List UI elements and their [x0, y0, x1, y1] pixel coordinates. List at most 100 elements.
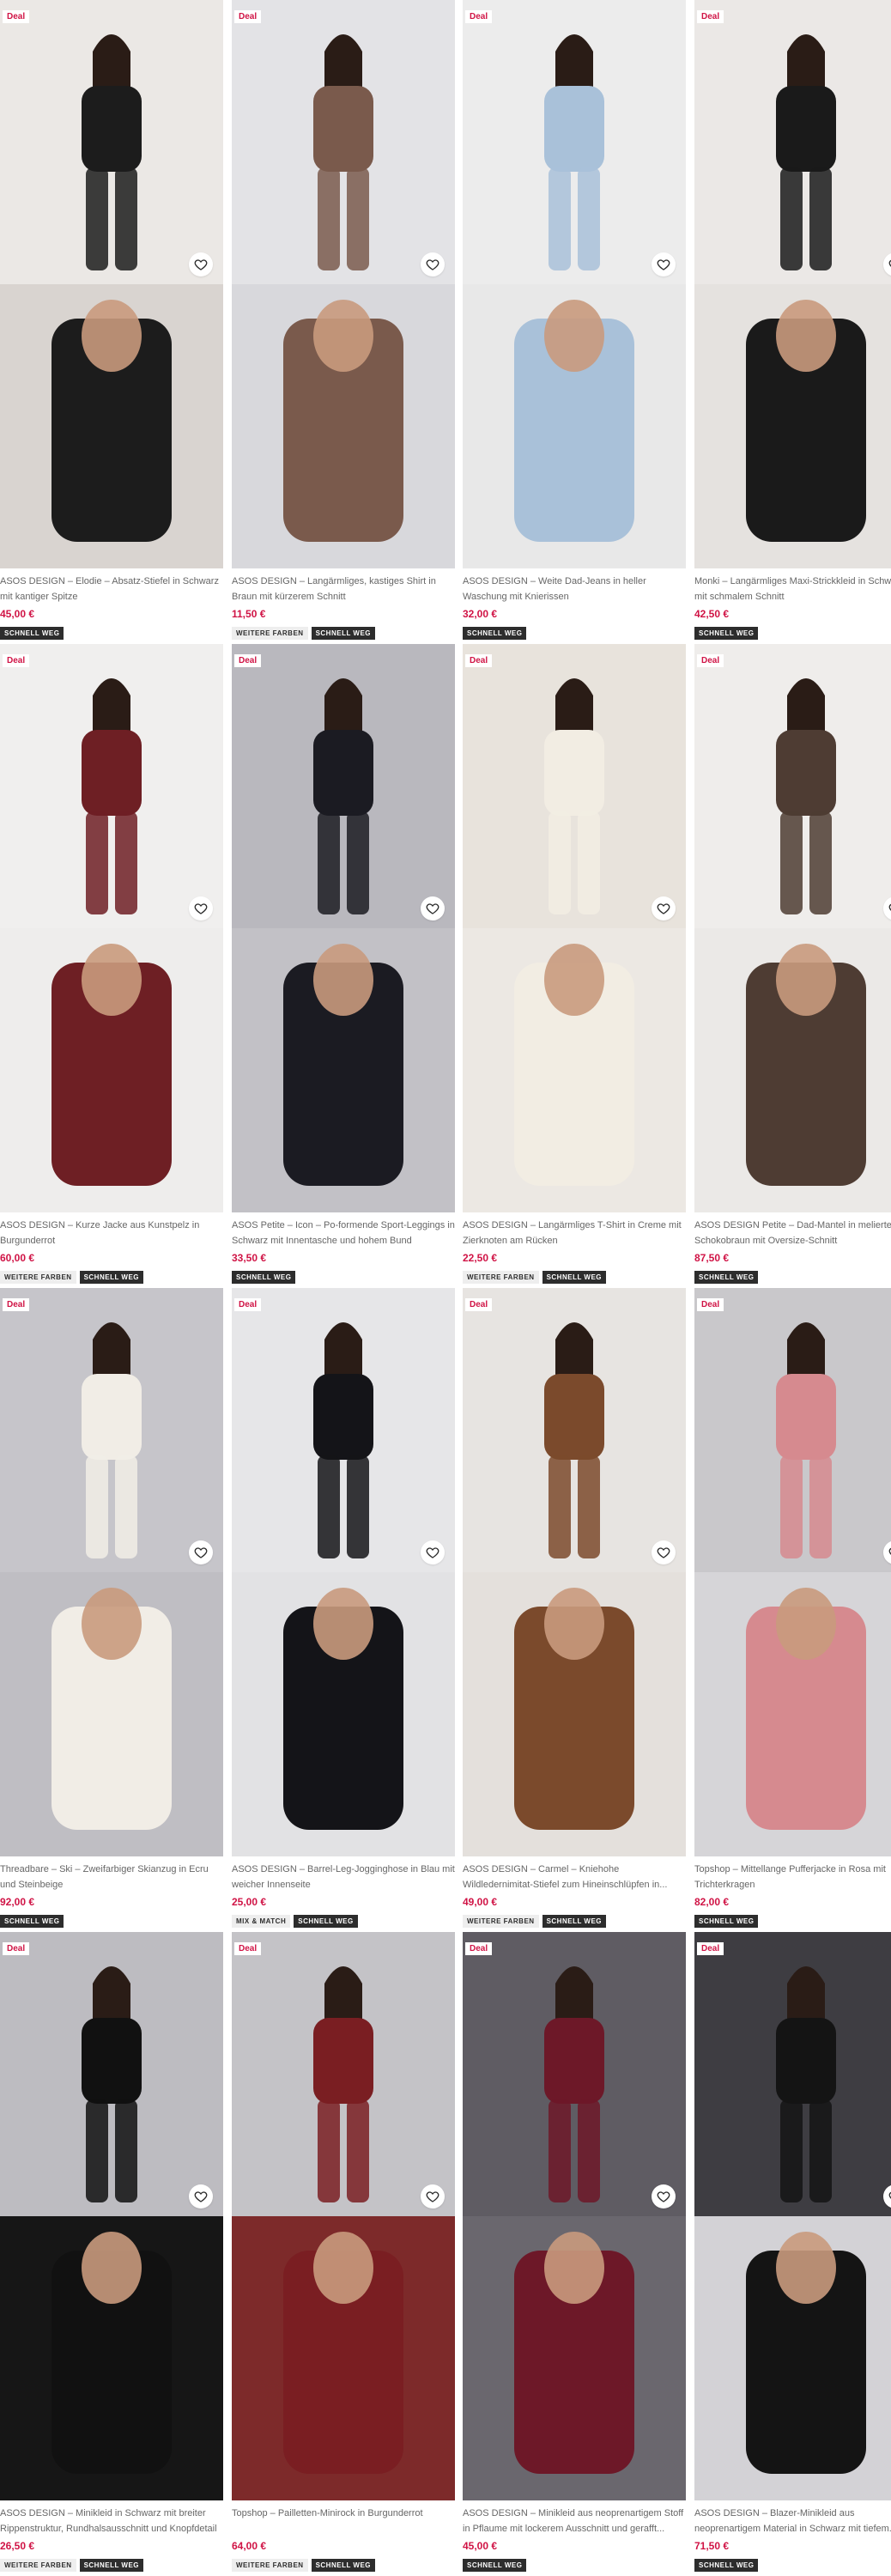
product-card[interactable]: Deal ASOS DESIGN – Langärmliges, kastige… [232, 0, 455, 644]
product-title[interactable]: ASOS DESIGN – Minikleid in Schwarz mit b… [0, 2506, 223, 2537]
deal-badge: Deal [234, 1942, 262, 1955]
product-title[interactable]: Monki – Langärmliges Maxi-Strickkleid in… [694, 574, 891, 605]
product-tag: WEITERE FARBEN [463, 1915, 539, 1928]
product-title[interactable]: ASOS DESIGN – Langärmliges, kastiges Shi… [232, 574, 455, 605]
heart-outline-icon[interactable] [421, 252, 445, 276]
product-card[interactable]: Deal Monki – Langärmliges Maxi-Strickkle… [694, 0, 891, 644]
product-image-alt[interactable] [232, 1572, 455, 1856]
product-image[interactable]: Deal [232, 1932, 455, 2216]
product-title[interactable]: ASOS Petite – Icon – Po-formende Sport-L… [232, 1218, 455, 1249]
product-image[interactable]: Deal [463, 1932, 686, 2216]
product-price: 92,00 € [0, 1896, 35, 1908]
product-image-alt[interactable] [232, 2216, 455, 2500]
product-image[interactable]: Deal [0, 1288, 223, 1572]
product-image[interactable]: Deal [694, 1932, 891, 2216]
product-card[interactable]: Deal ASOS DESIGN – Blazer-Minikleid aus … [694, 1932, 891, 2576]
product-card[interactable]: Deal ASOS DESIGN – Elodie – Absatz-Stief… [0, 0, 223, 644]
product-title[interactable]: ASOS DESIGN – Elodie – Absatz-Stiefel in… [0, 574, 223, 605]
product-image[interactable]: Deal [0, 1932, 223, 2216]
product-image-alt[interactable] [232, 928, 455, 1212]
product-image-alt[interactable] [232, 284, 455, 568]
product-card[interactable]: Deal ASOS DESIGN – Minikleid in Schwarz … [0, 1932, 223, 2576]
product-title[interactable]: ASOS DESIGN – Kurze Jacke aus Kunstpelz … [0, 1218, 223, 1249]
product-price: 26,50 € [0, 2540, 35, 2552]
product-image-alt[interactable] [463, 1572, 686, 1856]
product-card[interactable]: Deal ASOS DESIGN – Minikleid aus neopren… [463, 1932, 686, 2576]
product-image[interactable]: Deal [0, 644, 223, 928]
heart-outline-icon[interactable] [421, 896, 445, 920]
heart-outline-icon[interactable] [652, 2184, 676, 2208]
deal-badge: Deal [697, 654, 724, 667]
product-card[interactable]: Deal ASOS DESIGN – Weite Dad-Jeans in he… [463, 0, 686, 644]
heart-outline-icon[interactable] [189, 896, 213, 920]
product-image[interactable]: Deal [232, 0, 455, 284]
product-image-alt[interactable] [463, 2216, 686, 2500]
product-tag: SCHNELL WEG [79, 2559, 144, 2572]
product-tags: WEITERE FARBEN SCHNELL WEG [232, 627, 376, 640]
product-title[interactable]: ASOS DESIGN – Langärmliges T-Shirt in Cr… [463, 1218, 686, 1249]
heart-outline-icon[interactable] [189, 2184, 213, 2208]
product-tag: SCHNELL WEG [694, 2559, 759, 2572]
product-card[interactable]: Deal Topshop – Mittellange Pufferjacke i… [694, 1288, 891, 1932]
deal-badge: Deal [3, 1298, 30, 1311]
product-tags: SCHNELL WEG [0, 1915, 64, 1928]
heart-outline-icon[interactable] [652, 896, 676, 920]
heart-outline-icon[interactable] [652, 252, 676, 276]
product-tags: SCHNELL WEG [694, 1271, 759, 1284]
product-tags: SCHNELL WEG [463, 2559, 527, 2572]
product-image[interactable]: Deal [0, 0, 223, 284]
product-tags: SCHNELL WEG [694, 2559, 759, 2572]
product-card[interactable]: Deal Topshop – Pailletten-Minirock in Bu… [232, 1932, 455, 2576]
heart-outline-icon[interactable] [652, 1540, 676, 1564]
heart-outline-icon[interactable] [421, 2184, 445, 2208]
product-image-alt[interactable] [463, 284, 686, 568]
deal-badge: Deal [3, 10, 30, 23]
product-price: 82,00 € [694, 1896, 730, 1908]
product-title[interactable]: Topshop – Mittellange Pufferjacke in Ros… [694, 1862, 891, 1893]
product-card[interactable]: Deal ASOS DESIGN Petite – Dad-Mantel in … [694, 644, 891, 1288]
product-tags: WEITERE FARBEN SCHNELL WEG [232, 2559, 376, 2572]
product-tags: SCHNELL WEG [694, 627, 759, 640]
product-image-alt[interactable] [0, 1572, 223, 1856]
heart-outline-icon[interactable] [189, 252, 213, 276]
product-title[interactable]: ASOS DESIGN – Barrel-Leg-Jogginghose in … [232, 1862, 455, 1893]
product-tag: SCHNELL WEG [311, 627, 376, 640]
product-title[interactable]: ASOS DESIGN – Carmel – Kniehohe Wildlede… [463, 1862, 686, 1893]
product-image-alt[interactable] [0, 2216, 223, 2500]
product-image[interactable]: Deal [463, 0, 686, 284]
product-card[interactable]: Deal ASOS Petite – Icon – Po-formende Sp… [232, 644, 455, 1288]
product-card[interactable]: Deal ASOS DESIGN – Barrel-Leg-Jogginghos… [232, 1288, 455, 1932]
product-tags: WEITERE FARBEN SCHNELL WEG [463, 1915, 607, 1928]
product-tags: WEITERE FARBEN SCHNELL WEG [0, 1271, 144, 1284]
product-image[interactable]: Deal [694, 1288, 891, 1572]
product-card[interactable]: Deal ASOS DESIGN – Langärmliges T-Shirt … [463, 644, 686, 1288]
product-image-alt[interactable] [0, 928, 223, 1212]
heart-outline-icon[interactable] [421, 1540, 445, 1564]
product-image-alt[interactable] [694, 928, 891, 1212]
product-image-alt[interactable] [0, 284, 223, 568]
product-image-alt[interactable] [694, 1572, 891, 1856]
product-card[interactable]: Deal ASOS DESIGN – Carmel – Kniehohe Wil… [463, 1288, 686, 1932]
product-image-alt[interactable] [694, 2216, 891, 2500]
product-card[interactable]: Deal Threadbare – Ski – Zweifarbiger Ski… [0, 1288, 223, 1932]
product-image[interactable]: Deal [232, 644, 455, 928]
product-card[interactable]: Deal ASOS DESIGN – Kurze Jacke aus Kunst… [0, 644, 223, 1288]
product-image-alt[interactable] [463, 928, 686, 1212]
product-image[interactable]: Deal [232, 1288, 455, 1572]
product-image[interactable]: Deal [463, 1288, 686, 1572]
product-title[interactable]: Threadbare – Ski – Zweifarbiger Skianzug… [0, 1862, 223, 1893]
product-image-alt[interactable] [694, 284, 891, 568]
deal-badge: Deal [465, 10, 493, 23]
deal-badge: Deal [234, 654, 262, 667]
product-title[interactable]: ASOS DESIGN – Minikleid aus neoprenartig… [463, 2506, 686, 2537]
product-title[interactable]: ASOS DESIGN – Weite Dad-Jeans in heller … [463, 574, 686, 605]
product-title[interactable]: ASOS DESIGN Petite – Dad-Mantel in melie… [694, 1218, 891, 1249]
product-title[interactable]: ASOS DESIGN – Blazer-Minikleid aus neopr… [694, 2506, 891, 2537]
heart-outline-icon[interactable] [189, 1540, 213, 1564]
product-tags: SCHNELL WEG [694, 1915, 759, 1928]
product-price: 49,00 € [463, 1896, 498, 1908]
product-image[interactable]: Deal [463, 644, 686, 928]
product-title[interactable]: Topshop – Pailletten-Minirock in Burgund… [232, 2506, 455, 2537]
product-image[interactable]: Deal [694, 0, 891, 284]
product-image[interactable]: Deal [694, 644, 891, 928]
